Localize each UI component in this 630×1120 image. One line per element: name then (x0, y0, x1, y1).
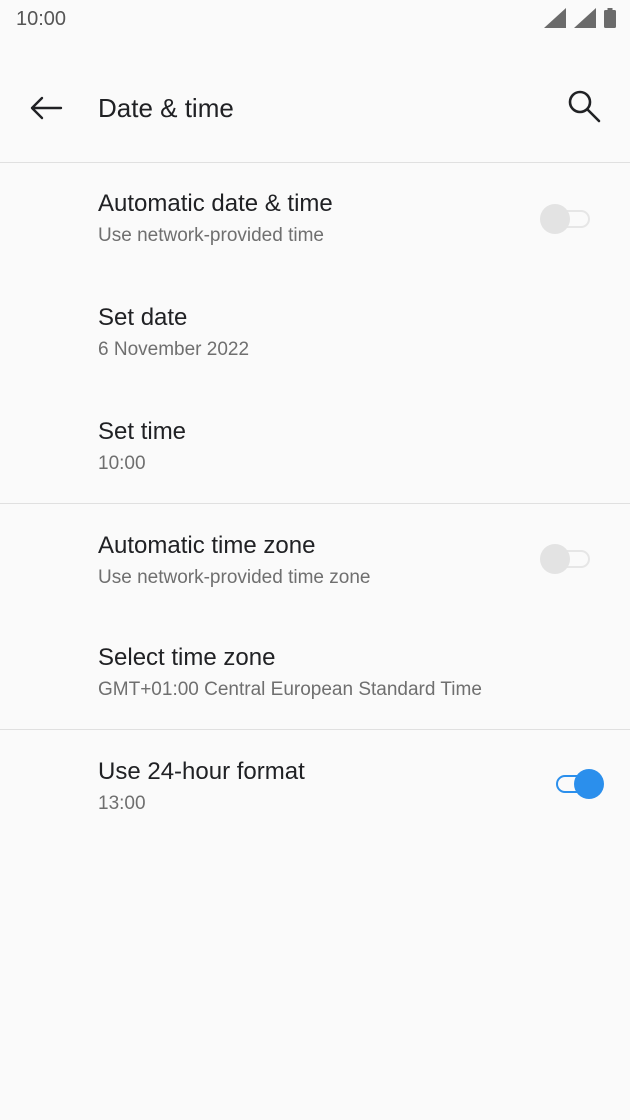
status-icons (544, 8, 616, 28)
automatic-time-zone-toggle[interactable] (540, 542, 594, 576)
search-icon (567, 89, 603, 130)
signal-icon (544, 8, 566, 28)
search-button[interactable] (560, 84, 610, 134)
toggle-thumb (574, 769, 604, 799)
battery-icon (604, 8, 616, 28)
row-subtitle: 6 November 2022 (98, 339, 250, 360)
status-time: 10:00 (16, 8, 67, 30)
row-title: Set date (98, 304, 188, 331)
row-title: Set time (98, 418, 187, 445)
app-bar: Date & time (0, 56, 630, 163)
row-subtitle: Use network-provided time (98, 225, 324, 246)
row-subtitle: GMT+01:00 Central European Standard Time (98, 679, 482, 700)
back-button[interactable] (22, 86, 70, 134)
row-subtitle: 13:00 (98, 793, 146, 814)
status-bar: 10:00 (0, 0, 630, 40)
page-title: Date & time (98, 93, 234, 123)
set-time-row[interactable]: Set time 10:00 (0, 404, 630, 502)
back-arrow-icon (29, 96, 63, 125)
automatic-date-time-toggle[interactable] (540, 202, 594, 236)
row-subtitle: 10:00 (98, 453, 146, 474)
automatic-time-zone-row[interactable]: Automatic time zone Use network-provided… (0, 518, 630, 628)
toggle-thumb (540, 544, 570, 574)
select-time-zone-row[interactable]: Select time zone GMT+01:00 Central Europ… (0, 630, 630, 728)
section-divider (0, 503, 630, 504)
row-subtitle: Use network-provided time zone (98, 567, 371, 588)
row-title: Automatic time zone (98, 532, 316, 559)
use-24-hour-format-row[interactable]: Use 24-hour format 13:00 (0, 744, 630, 844)
section-divider (0, 729, 630, 730)
row-title: Select time zone (98, 644, 276, 671)
set-date-row[interactable]: Set date 6 November 2022 (0, 290, 630, 402)
row-title: Use 24-hour format (98, 758, 305, 785)
use-24-hour-format-toggle[interactable] (552, 767, 606, 801)
row-title: Automatic date & time (98, 190, 333, 217)
signal-icon (574, 8, 596, 28)
automatic-date-time-row[interactable]: Automatic date & time Use network-provid… (0, 176, 630, 288)
toggle-thumb (540, 204, 570, 234)
